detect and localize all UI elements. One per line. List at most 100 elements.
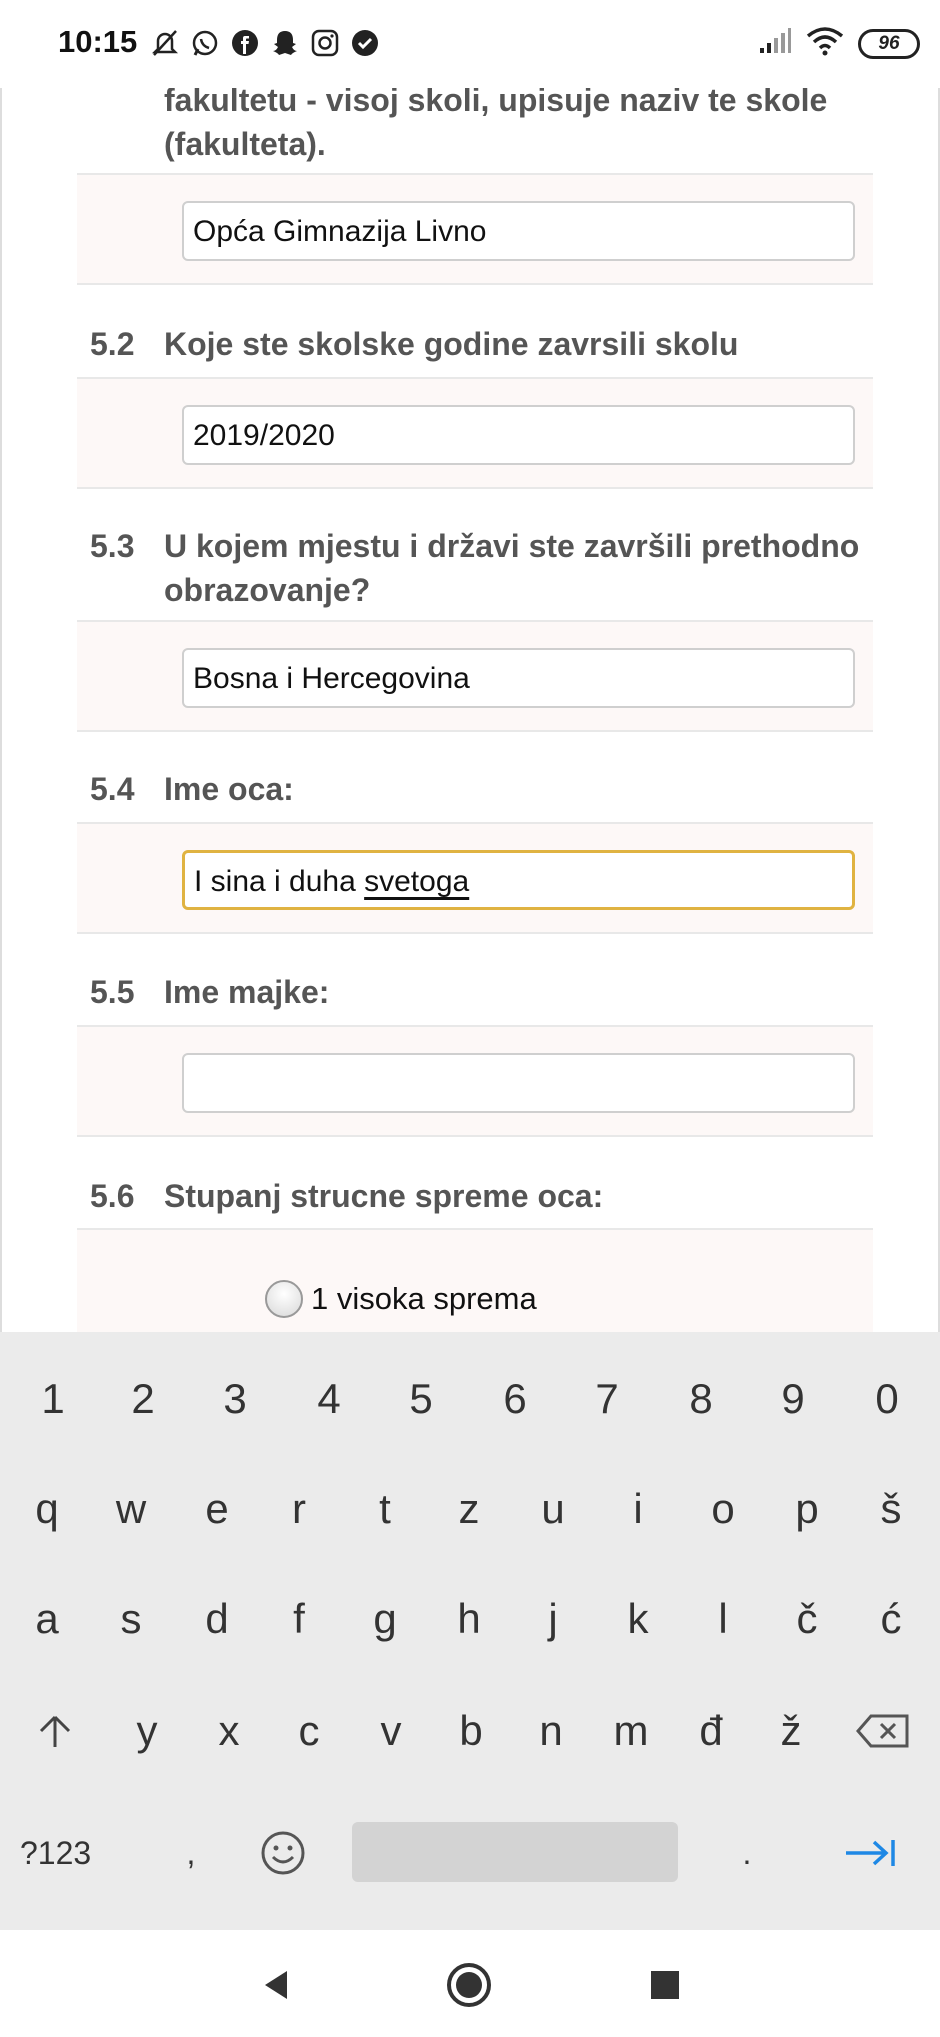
symbols-key[interactable]: ?123 xyxy=(20,1818,140,1888)
key-s[interactable]: s xyxy=(96,1584,166,1654)
status-right: 96 xyxy=(758,26,920,61)
key-j[interactable]: j xyxy=(518,1584,588,1654)
key-g[interactable]: g xyxy=(350,1584,420,1654)
key-e[interactable]: e xyxy=(182,1474,252,1544)
place-country-input[interactable]: Bosna i Hercegovina xyxy=(182,648,855,708)
key-p[interactable]: p xyxy=(772,1474,842,1544)
answer-box-5-2: 2019/2020 xyxy=(77,377,873,489)
notification-icons xyxy=(150,28,380,58)
snapchat-icon xyxy=(270,28,300,58)
period-key[interactable]: . xyxy=(712,1818,782,1888)
instagram-icon xyxy=(310,28,340,58)
radio-option-visoka[interactable]: 1 visoka sprema xyxy=(265,1280,537,1318)
key-a[interactable]: a xyxy=(12,1584,82,1654)
key-f[interactable]: f xyxy=(264,1584,334,1654)
radio-label: 1 visoka sprema xyxy=(311,1281,537,1316)
question-number: 5.2 xyxy=(90,326,135,362)
question-text: Ime majke: xyxy=(164,974,330,1010)
signal-icon xyxy=(758,28,792,59)
question-text: Ime oca: xyxy=(164,771,294,807)
question-number: 5.3 xyxy=(90,528,135,564)
key-z[interactable]: z xyxy=(434,1474,504,1544)
key-5[interactable]: 5 xyxy=(386,1364,456,1434)
shift-key[interactable] xyxy=(20,1696,90,1766)
mother-name-input[interactable] xyxy=(182,1053,855,1113)
key-k[interactable]: k xyxy=(603,1584,673,1654)
question-text: Stupanj strucne spreme oca: xyxy=(164,1178,604,1214)
on-screen-keyboard: 1 2 3 4 5 6 7 8 9 0 q w e r t z u i o p … xyxy=(0,1332,940,1930)
smiley-icon xyxy=(261,1831,305,1875)
answer-box-5-6: 1 visoka sprema xyxy=(77,1228,873,1332)
facebook-icon xyxy=(230,28,260,58)
question-text: U kojem mjestu i državi ste završili pre… xyxy=(164,528,860,608)
father-name-input[interactable]: I sina i duha svetoga xyxy=(182,850,855,910)
battery-indicator: 96 xyxy=(858,28,920,59)
key-q[interactable]: q xyxy=(12,1474,82,1544)
key-n[interactable]: n xyxy=(516,1696,586,1766)
space-bar[interactable] xyxy=(352,1822,678,1882)
key-9[interactable]: 9 xyxy=(758,1364,828,1434)
radio-button[interactable] xyxy=(265,1280,303,1318)
key-c[interactable]: c xyxy=(274,1696,344,1766)
father-name-text: I sina i duha xyxy=(194,865,365,898)
key-x[interactable]: x xyxy=(194,1696,264,1766)
system-navigation-bar xyxy=(0,1930,940,2037)
school-name-input[interactable]: Opća Gimnazija Livno xyxy=(182,201,855,261)
key-v[interactable]: v xyxy=(356,1696,426,1766)
question-number: 5.4 xyxy=(90,771,135,807)
key-z-caron[interactable]: ž xyxy=(756,1696,826,1766)
key-w[interactable]: w xyxy=(96,1474,166,1544)
key-b[interactable]: b xyxy=(436,1696,506,1766)
school-year-input[interactable]: 2019/2020 xyxy=(182,405,855,465)
key-m[interactable]: m xyxy=(596,1696,666,1766)
key-4[interactable]: 4 xyxy=(294,1364,364,1434)
tab-next-key[interactable] xyxy=(830,1818,910,1888)
answer-box-5-1: Opća Gimnazija Livno xyxy=(77,173,873,285)
key-7[interactable]: 7 xyxy=(572,1364,642,1434)
key-y[interactable]: y xyxy=(112,1696,182,1766)
home-button[interactable] xyxy=(444,1960,494,2010)
clock: 10:15 xyxy=(58,24,138,59)
recents-button[interactable] xyxy=(640,1960,690,2010)
form-page: fakultetu - visoj skoli, upisuje naziv t… xyxy=(0,0,940,1332)
key-3[interactable]: 3 xyxy=(200,1364,270,1434)
answer-box-5-4: I sina i duha svetoga xyxy=(77,822,873,934)
key-c-acute[interactable]: ć xyxy=(856,1584,926,1654)
question-text: Koje ste skolske godine zavrsili skolu xyxy=(164,326,739,362)
question-5-1-text: fakultetu - visoj skoli, upisuje naziv t… xyxy=(164,82,828,162)
recents-square-icon xyxy=(651,1971,679,1999)
key-c-caron[interactable]: č xyxy=(772,1584,842,1654)
check-circle-icon xyxy=(350,28,380,58)
question-number: 5.6 xyxy=(90,1178,135,1214)
answer-box-5-5 xyxy=(77,1025,873,1137)
shift-arrow-icon xyxy=(39,1715,71,1747)
key-1[interactable]: 1 xyxy=(18,1364,88,1434)
backspace-icon xyxy=(856,1714,909,1748)
key-0[interactable]: 0 xyxy=(852,1364,922,1434)
wifi-icon xyxy=(806,26,844,61)
key-l[interactable]: l xyxy=(688,1584,758,1654)
key-8[interactable]: 8 xyxy=(666,1364,736,1434)
muted-bell-icon xyxy=(150,28,180,58)
emoji-key[interactable] xyxy=(248,1818,318,1888)
question-number: 5.5 xyxy=(90,974,135,1010)
comma-key[interactable]: , xyxy=(156,1818,226,1888)
key-d-stroke[interactable]: đ xyxy=(676,1696,746,1766)
key-u[interactable]: u xyxy=(518,1474,588,1544)
tab-arrow-icon xyxy=(846,1840,895,1866)
father-name-autocorrect-word: svetoga xyxy=(364,865,470,898)
key-o[interactable]: o xyxy=(688,1474,758,1544)
back-button[interactable] xyxy=(253,1960,303,2010)
key-2[interactable]: 2 xyxy=(108,1364,178,1434)
key-t[interactable]: t xyxy=(350,1474,420,1544)
whatsapp-icon xyxy=(190,28,220,58)
key-d[interactable]: d xyxy=(182,1584,252,1654)
answer-box-5-3: Bosna i Hercegovina xyxy=(77,620,873,732)
key-r[interactable]: r xyxy=(264,1474,334,1544)
key-i[interactable]: i xyxy=(603,1474,673,1544)
key-h[interactable]: h xyxy=(434,1584,504,1654)
back-triangle-icon xyxy=(265,1971,287,1999)
backspace-key[interactable] xyxy=(848,1696,918,1766)
key-6[interactable]: 6 xyxy=(480,1364,550,1434)
key-s-caron[interactable]: š xyxy=(856,1474,926,1544)
